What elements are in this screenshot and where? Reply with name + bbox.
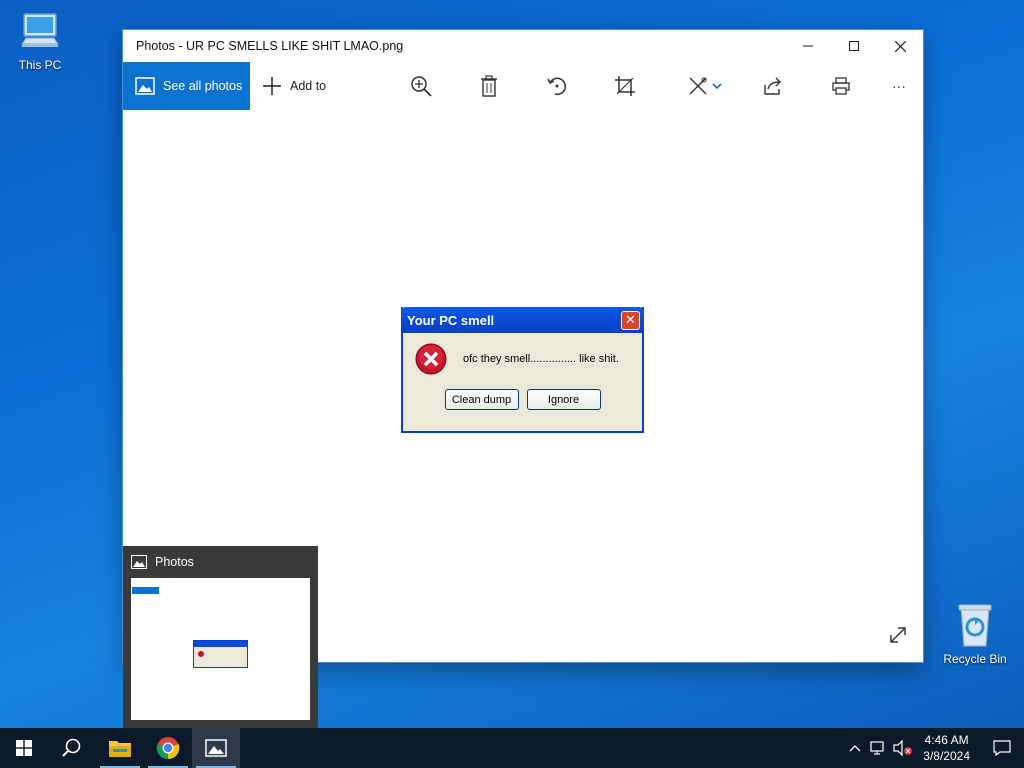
maximize-icon <box>849 41 859 51</box>
taskbar-thumbnail-preview[interactable]: Photos <box>123 546 318 728</box>
recycle-bin-icon <box>958 604 992 647</box>
ignore-button-image: Ignore <box>526 389 601 410</box>
chrome-button[interactable] <box>144 728 192 768</box>
xp-dialog-body: ofc they smell............... like shit. <box>403 333 642 375</box>
xp-dialog-buttons: Clean dump Ignore <box>403 389 642 410</box>
photos-taskbar-button[interactable] <box>192 728 240 768</box>
edit-create-button[interactable] <box>685 74 725 98</box>
close-icon <box>894 40 906 52</box>
zoom-in-icon <box>411 76 432 97</box>
trash-icon <box>481 75 497 97</box>
volume-button[interactable] <box>891 728 915 768</box>
more-button[interactable]: ··· <box>887 74 911 98</box>
add-to-label: Add to <box>290 79 327 93</box>
chevron-up-icon <box>849 745 861 752</box>
maximize-button[interactable] <box>831 30 877 62</box>
notification-icon <box>993 740 1011 756</box>
clock[interactable]: 4:46 AM 3/8/2024 <box>915 732 980 764</box>
rotate-button[interactable] <box>545 74 569 98</box>
crop-button[interactable] <box>613 74 637 98</box>
zoom-button[interactable] <box>409 74 433 98</box>
title-bar[interactable]: Photos - UR PC SMELLS LIKE SHIT LMAO.png <box>123 30 923 62</box>
photo-icon <box>135 77 155 95</box>
search-button[interactable] <box>48 728 96 768</box>
search-icon <box>62 738 81 757</box>
network-icon <box>870 741 884 755</box>
close-button[interactable] <box>877 30 923 62</box>
window-title: Photos - UR PC SMELLS LIKE SHIT LMAO.png <box>136 39 404 53</box>
minimize-icon <box>803 45 813 47</box>
expand-fullscreen-icon[interactable] <box>888 625 908 645</box>
crop-icon <box>615 76 635 96</box>
photos-app-icon <box>131 555 147 569</box>
taskbar: 4:46 AM 3/8/2024 <box>0 728 1024 768</box>
thumbnail-header: Photos <box>123 546 318 578</box>
thumbnail-image <box>131 578 310 720</box>
file-explorer-button[interactable] <box>96 728 144 768</box>
printer-icon <box>832 77 850 95</box>
desktop-icon-recycle-bin[interactable]: Recycle Bin <box>935 602 1015 666</box>
thumbnail-app-name: Photos <box>155 555 194 569</box>
xp-dialog-titlebar: Your PC smell ✕ <box>401 307 644 333</box>
thumbnail-dialog-mini <box>193 640 248 668</box>
xp-close-icon: ✕ <box>621 311 640 330</box>
photos-toolbar: See all photos Add to ··· <box>123 62 923 110</box>
see-all-photos-button[interactable]: See all photos <box>123 62 250 110</box>
desktop-icon-this-pc[interactable]: This PC <box>0 10 80 72</box>
clean-dump-button-image: Clean dump <box>444 389 519 410</box>
folder-icon <box>109 741 131 757</box>
chrome-icon <box>156 737 180 760</box>
action-center-button[interactable] <box>980 728 1024 768</box>
minimize-button[interactable] <box>785 30 831 62</box>
clock-date: 3/8/2024 <box>923 749 970 763</box>
add-to-button[interactable]: Add to <box>262 76 326 96</box>
delete-button[interactable] <box>477 74 501 98</box>
system-tray: 4:46 AM 3/8/2024 <box>843 728 1024 768</box>
show-hidden-icons-button[interactable] <box>843 728 867 768</box>
desktop-icon-label: This PC <box>18 58 62 72</box>
computer-icon <box>21 13 59 47</box>
plus-icon <box>263 77 281 95</box>
print-button[interactable] <box>829 74 853 98</box>
error-icon <box>415 343 447 375</box>
thumbnail-toolbar-mini <box>132 587 159 594</box>
network-button[interactable] <box>867 728 891 768</box>
start-button[interactable] <box>0 728 48 768</box>
xp-dialog-message: ofc they smell............... like shit. <box>463 353 619 365</box>
photos-app-icon <box>205 739 227 757</box>
xp-error-dialog-image: Your PC smell ✕ ofc they smell..........… <box>401 307 644 433</box>
xp-dialog-title: Your PC smell <box>407 312 495 328</box>
share-icon <box>764 77 781 95</box>
clock-time: 4:46 AM <box>924 733 969 747</box>
see-all-photos-label: See all photos <box>163 79 243 93</box>
rotate-icon <box>547 77 566 96</box>
chevron-down-icon <box>712 83 722 90</box>
volume-muted-icon <box>893 740 913 756</box>
edit-pen-icon <box>689 77 707 95</box>
desktop-icon-label: Recycle Bin <box>943 652 1007 666</box>
share-button[interactable] <box>761 74 785 98</box>
windows-logo-icon <box>16 740 32 756</box>
